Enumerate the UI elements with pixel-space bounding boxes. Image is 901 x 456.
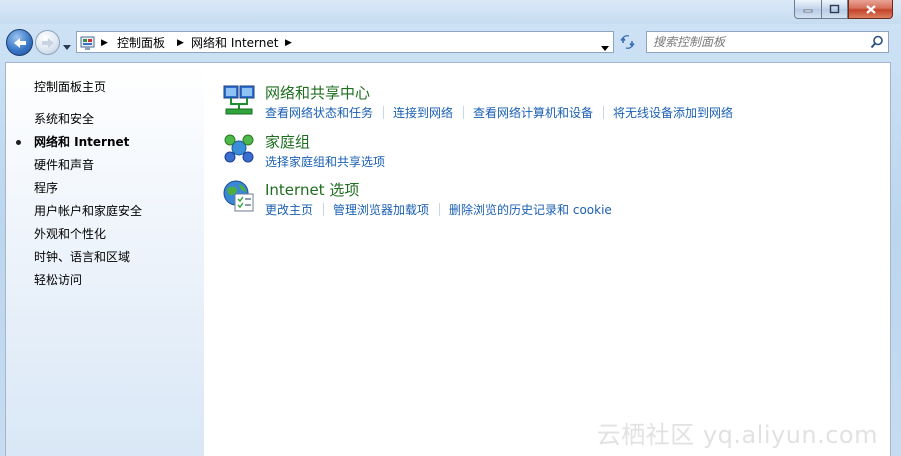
sidebar-list: 系统和安全 网络和 Internet 硬件和声音 程序 用户帐户和家庭安全 外观… bbox=[16, 111, 142, 295]
breadcrumb-control-panel[interactable]: 控制面板 bbox=[117, 35, 165, 51]
address-bar[interactable]: ▶ 控制面板 ▶ 网络和 Internet ▶ bbox=[76, 31, 614, 53]
link-manage-addons[interactable]: 管理浏览器加载项 bbox=[333, 203, 429, 217]
link-connect-network[interactable]: 连接到网络 bbox=[393, 106, 453, 120]
navigation-bar: ▶ 控制面板 ▶ 网络和 Internet ▶ bbox=[0, 26, 901, 60]
search-input[interactable] bbox=[653, 34, 853, 50]
link-divider bbox=[603, 106, 605, 119]
homegroup-icon[interactable] bbox=[222, 131, 256, 165]
title-bar bbox=[0, 0, 901, 24]
maximize-icon bbox=[829, 4, 840, 14]
sidebar: 控制面板主页 系统和安全 网络和 Internet 硬件和声音 程序 用户帐户和… bbox=[6, 63, 204, 456]
sidebar-item-system-security[interactable]: 系统和安全 bbox=[34, 111, 142, 134]
sidebar-item-clock-language[interactable]: 时钟、语言和区域 bbox=[34, 249, 142, 272]
internet-options-icon[interactable] bbox=[222, 179, 256, 213]
chevron-down-icon bbox=[63, 45, 71, 50]
content-frame: 控制面板主页 系统和安全 网络和 Internet 硬件和声音 程序 用户帐户和… bbox=[5, 62, 891, 456]
sidebar-item-ease-of-access[interactable]: 轻松访问 bbox=[34, 272, 142, 295]
maximize-button[interactable] bbox=[821, 0, 848, 19]
recent-pages-dropdown[interactable] bbox=[63, 39, 71, 53]
link-view-network-status[interactable]: 查看网络状态和任务 bbox=[265, 106, 373, 120]
search-box bbox=[646, 31, 889, 53]
sidebar-item-network-internet[interactable]: 网络和 Internet bbox=[16, 134, 142, 157]
chevron-down-icon bbox=[601, 46, 609, 51]
link-divider bbox=[439, 203, 441, 216]
sidebar-home-link[interactable]: 控制面板主页 bbox=[34, 78, 106, 95]
sidebar-item-appearance[interactable]: 外观和个性化 bbox=[34, 226, 142, 249]
category-links: 选择家庭组和共享选项 bbox=[265, 153, 385, 170]
sidebar-item-label: 网络和 Internet bbox=[34, 135, 130, 149]
network-sharing-icon[interactable] bbox=[222, 82, 256, 116]
sidebar-item-hardware-sound[interactable]: 硬件和声音 bbox=[34, 157, 142, 180]
window-controls bbox=[794, 0, 893, 19]
address-dropdown[interactable] bbox=[601, 40, 609, 54]
link-change-homepage[interactable]: 更改主页 bbox=[265, 203, 313, 217]
watermark: 云栖社区 yq.aliyun.com bbox=[596, 421, 878, 449]
close-icon bbox=[865, 4, 876, 14]
link-delete-history[interactable]: 删除浏览的历史记录和 cookie bbox=[449, 203, 612, 217]
category-links: 更改主页 管理浏览器加载项 删除浏览的历史记录和 cookie bbox=[265, 201, 612, 218]
sidebar-item-user-accounts[interactable]: 用户帐户和家庭安全 bbox=[34, 203, 142, 226]
category-title[interactable]: 网络和共享中心 bbox=[265, 82, 370, 103]
arrow-left-icon bbox=[13, 37, 26, 48]
minimize-button[interactable] bbox=[794, 0, 821, 19]
forward-button[interactable] bbox=[35, 30, 60, 55]
control-panel-icon bbox=[80, 36, 95, 50]
breadcrumb-separator[interactable]: ▶ bbox=[177, 35, 184, 51]
breadcrumb-separator[interactable]: ▶ bbox=[101, 35, 108, 51]
category-links: 查看网络状态和任务 连接到网络 查看网络计算机和设备 将无线设备添加到网络 bbox=[265, 104, 733, 121]
refresh-icon bbox=[620, 35, 635, 49]
breadcrumb-network-internet[interactable]: 网络和 Internet bbox=[191, 35, 278, 51]
link-divider bbox=[463, 106, 465, 119]
link-homegroup-sharing-options[interactable]: 选择家庭组和共享选项 bbox=[265, 155, 385, 169]
back-button[interactable] bbox=[6, 29, 33, 56]
minimize-icon bbox=[803, 9, 813, 13]
link-divider bbox=[323, 203, 325, 216]
main-panel: 网络和共享中心 查看网络状态和任务 连接到网络 查看网络计算机和设备 将无线设备添加到… bbox=[204, 63, 890, 456]
category-title[interactable]: 家庭组 bbox=[265, 131, 310, 152]
sidebar-item-programs[interactable]: 程序 bbox=[34, 180, 142, 203]
link-divider bbox=[383, 106, 385, 119]
close-button[interactable] bbox=[848, 0, 893, 19]
link-view-network-computers[interactable]: 查看网络计算机和设备 bbox=[473, 106, 593, 120]
refresh-button[interactable] bbox=[616, 31, 640, 53]
breadcrumb-separator[interactable]: ▶ bbox=[285, 35, 292, 51]
category-title[interactable]: Internet 选项 bbox=[265, 179, 359, 200]
link-add-wireless-device[interactable]: 将无线设备添加到网络 bbox=[613, 106, 733, 120]
arrow-right-icon bbox=[41, 37, 54, 48]
current-page-bullet bbox=[16, 140, 21, 145]
search-icon[interactable] bbox=[870, 35, 884, 49]
